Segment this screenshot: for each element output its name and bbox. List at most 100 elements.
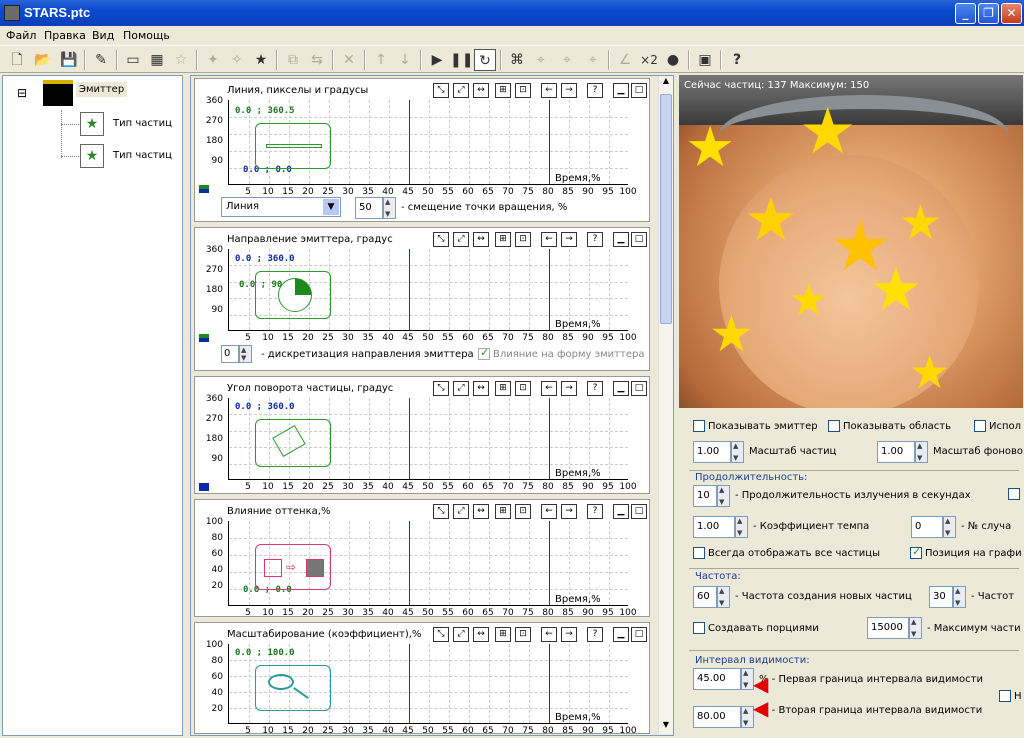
scale-input[interactable]: 1.00 [693,441,731,463]
frequency2-stepper[interactable] [953,586,966,608]
graph-tool-button[interactable]: □ [631,381,647,396]
preview-canvas[interactable]: Сейчас частиц: 137 Максимум: 150 ★ ★ ★ ★… [679,75,1023,408]
graph-tool-button[interactable]: ⤡ [433,381,449,396]
chevron-down-icon[interactable]: ▼ [323,199,339,215]
graph-tool-button[interactable]: ← [541,504,557,519]
graph-tool-button[interactable]: ⤡ [433,627,449,642]
max-particles-stepper[interactable] [909,617,922,639]
graph-tool-button[interactable]: ▁ [613,504,629,519]
graph-tool-button[interactable]: ⤡ [433,504,449,519]
circle-icon[interactable]: ● [662,49,684,71]
graph-tool-button[interactable]: ▁ [613,83,629,98]
menu-edit[interactable]: Правка [44,29,86,42]
graph-tool-button[interactable]: ▁ [613,232,629,247]
position-graph-checkbox[interactable] [910,545,922,559]
collapse-icon[interactable]: ⊟ [17,86,27,100]
graph-tool-button[interactable]: ? [587,627,603,642]
graph-tool-button[interactable]: ← [541,232,557,247]
influence-shape-checkbox[interactable] [478,346,490,360]
tree-node-emitter[interactable]: Эмиттер [76,82,128,97]
open-file-icon[interactable]: 📂 [32,49,54,71]
graph-tool-button[interactable]: ? [587,381,603,396]
scroll-thumb[interactable] [660,94,672,324]
move-icon[interactable]: ⇆ [306,49,328,71]
star-icon[interactable]: ☆ [170,49,192,71]
loop-icon[interactable]: ↻ [474,49,496,71]
second-bound-input[interactable]: 80.00 [693,706,741,728]
graph-tool-button[interactable]: → [561,381,577,396]
graph-tool-button[interactable]: □ [631,232,647,247]
always-show-checkbox[interactable] [693,547,705,559]
delete-icon[interactable]: ✕ [338,49,360,71]
up-icon[interactable]: ↑ [370,49,392,71]
discretization-input[interactable]: 0 [221,345,239,363]
graph-tool-button[interactable]: □ [631,504,647,519]
duration-input[interactable]: 10 [693,485,717,507]
graph-tool-button[interactable]: ⤢ [453,627,469,642]
graph-tool-button[interactable]: □ [631,627,647,642]
copy-icon[interactable]: ⧉ [282,49,304,71]
graph-tool-button[interactable]: ↔ [473,627,489,642]
play-icon[interactable]: ▶ [426,49,448,71]
save-file-icon[interactable]: 💾 [58,49,80,71]
discretization-stepper[interactable] [239,345,252,363]
add-star-icon[interactable]: ★ [250,49,272,71]
x2-icon[interactable]: ×2 [638,49,660,71]
frequency-input[interactable]: 60 [693,586,717,608]
scroll-down-icon[interactable]: ▼ [659,720,673,734]
random-input[interactable]: 0 [911,516,943,538]
graph-tool-button[interactable]: ⊞ [495,83,511,98]
graph-tool-button[interactable]: ← [541,83,557,98]
scroll-up-icon[interactable]: ▲ [659,76,673,90]
network-icon[interactable]: ⌘ [506,49,528,71]
graph-tool-button[interactable]: ⤢ [453,83,469,98]
scale-stepper[interactable] [731,441,744,463]
menu-view[interactable]: Вид [92,29,114,42]
duration-extra-checkbox[interactable] [1008,488,1020,500]
new-file-icon[interactable]: 🗋 [6,49,28,71]
graph-tool-button[interactable]: ⤡ [433,232,449,247]
help-icon[interactable]: ? [726,49,748,71]
graph-tool-button[interactable]: ↔ [473,83,489,98]
use-checkbox[interactable] [974,420,986,432]
frequency2-input[interactable]: 30 [929,586,953,608]
graphs-scrollbar[interactable]: ▲ ▼ [658,76,673,734]
graph-tool-button[interactable]: ⤢ [453,504,469,519]
show-area-checkbox[interactable] [828,420,840,432]
tempo-input[interactable]: 1.00 [693,516,735,538]
graph-tool-button[interactable]: □ [631,83,647,98]
duration-stepper[interactable] [717,485,730,507]
shape-select[interactable]: Линия ▼ [221,197,341,217]
graph-tool-button[interactable]: ⊡ [515,83,531,98]
wand-icon[interactable]: ✎ [90,49,112,71]
graph-tool-button[interactable]: ↔ [473,232,489,247]
graph-tool-button[interactable]: ⊞ [495,504,511,519]
add-emitter-icon[interactable]: ✦ [202,49,224,71]
tree-node-particle-2[interactable]: Тип частиц [113,150,172,161]
bg-scale-stepper[interactable] [915,441,928,463]
frequency-stepper[interactable] [717,586,730,608]
max-particles-input[interactable]: 15000 [867,617,909,639]
node3-icon[interactable]: ⌖ [582,49,604,71]
down-icon[interactable]: ↓ [394,49,416,71]
minimize-button[interactable]: _ [955,3,976,24]
menu-file[interactable]: Файл [6,29,36,42]
graph-tool-button[interactable]: ? [587,504,603,519]
graph-tool-button[interactable]: ⊡ [515,627,531,642]
graph-tool-button[interactable]: ⊡ [515,504,531,519]
menu-help[interactable]: Помощь [123,29,170,42]
graph-tool-button[interactable]: ⊞ [495,627,511,642]
graph-tool-button[interactable]: ▁ [613,381,629,396]
close-button[interactable]: ✕ [1001,3,1022,24]
graph-tool-button[interactable]: ← [541,627,557,642]
portions-checkbox[interactable] [693,622,705,634]
graph-tool-button[interactable]: ⊡ [515,232,531,247]
graph-tool-button[interactable]: ? [587,83,603,98]
angle-icon[interactable]: ∠ [614,49,636,71]
tree-node-particle-1[interactable]: Тип частиц [113,118,172,129]
graph-tool-button[interactable]: ⤢ [453,232,469,247]
graph-tool-button[interactable]: → [561,627,577,642]
graph-tool-button[interactable]: ? [587,232,603,247]
graph-tool-button[interactable]: → [561,504,577,519]
graph-tool-button[interactable]: ↔ [473,504,489,519]
